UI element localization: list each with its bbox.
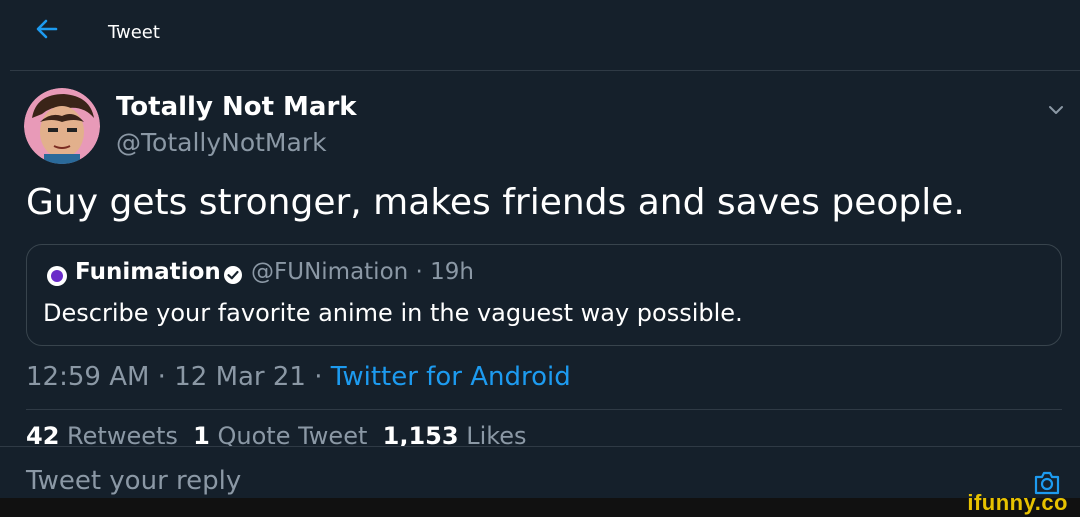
quote-handle: @FUNimation — [251, 259, 409, 285]
quote-display-name: Funimation — [75, 259, 221, 285]
avatar[interactable] — [24, 88, 100, 164]
avatar-image — [24, 88, 100, 164]
likes-label: Likes — [466, 422, 527, 446]
page-title: Tweet — [108, 22, 160, 43]
watermark-logo: ifunny.co — [967, 490, 1068, 515]
likes-count: 1,153 — [382, 422, 459, 446]
separator: · — [305, 362, 331, 392]
arrow-left-icon[interactable] — [32, 14, 62, 44]
separator: · — [408, 259, 431, 285]
quotes-stat[interactable]: 1 Quote Tweet — [193, 422, 367, 446]
header-divider — [10, 70, 1080, 71]
user-handle[interactable]: @TotallyNotMark — [116, 128, 327, 157]
reply-input[interactable]: Tweet your reply — [26, 466, 241, 496]
tweet-time: 12:59 AM — [26, 362, 150, 392]
quote-handle-line: @FUNimation · 19h — [251, 259, 474, 285]
tweet-text: Guy gets stronger, makes friends and sav… — [26, 182, 965, 223]
retweets-label: Retweets — [67, 422, 178, 446]
chevron-down-icon[interactable] — [1046, 102, 1066, 118]
stats-divider — [0, 446, 1080, 447]
quotes-label: Quote Tweet — [217, 422, 368, 446]
likes-stat[interactable]: 1,153 Likes — [383, 422, 527, 446]
quotes-count: 1 — [193, 422, 210, 446]
tweet-date: 12 Mar 21 — [174, 362, 306, 392]
engagement-stats: 42 Retweets 1 Quote Tweet 1,153 Likes — [26, 422, 527, 446]
meta-divider — [26, 409, 1062, 410]
quote-text: Describe your favorite anime in the vagu… — [43, 299, 743, 327]
top-bar: Tweet — [0, 0, 1080, 70]
quote-avatar — [47, 266, 67, 286]
display-name[interactable]: Totally Not Mark — [116, 92, 357, 122]
retweets-count: 42 — [26, 422, 60, 446]
watermark-bar — [0, 498, 1080, 517]
retweets-stat[interactable]: 42 Retweets — [26, 422, 178, 446]
tweet-source-link[interactable]: Twitter for Android — [331, 362, 571, 392]
tweet-meta: 12:59 AM · 12 Mar 21 · Twitter for Andro… — [26, 362, 571, 392]
separator: · — [149, 362, 175, 392]
quoted-tweet[interactable]: Funimation @FUNimation · 19h Describe yo… — [26, 244, 1062, 346]
verified-badge-icon — [224, 266, 242, 284]
quote-age: 19h — [430, 259, 474, 285]
